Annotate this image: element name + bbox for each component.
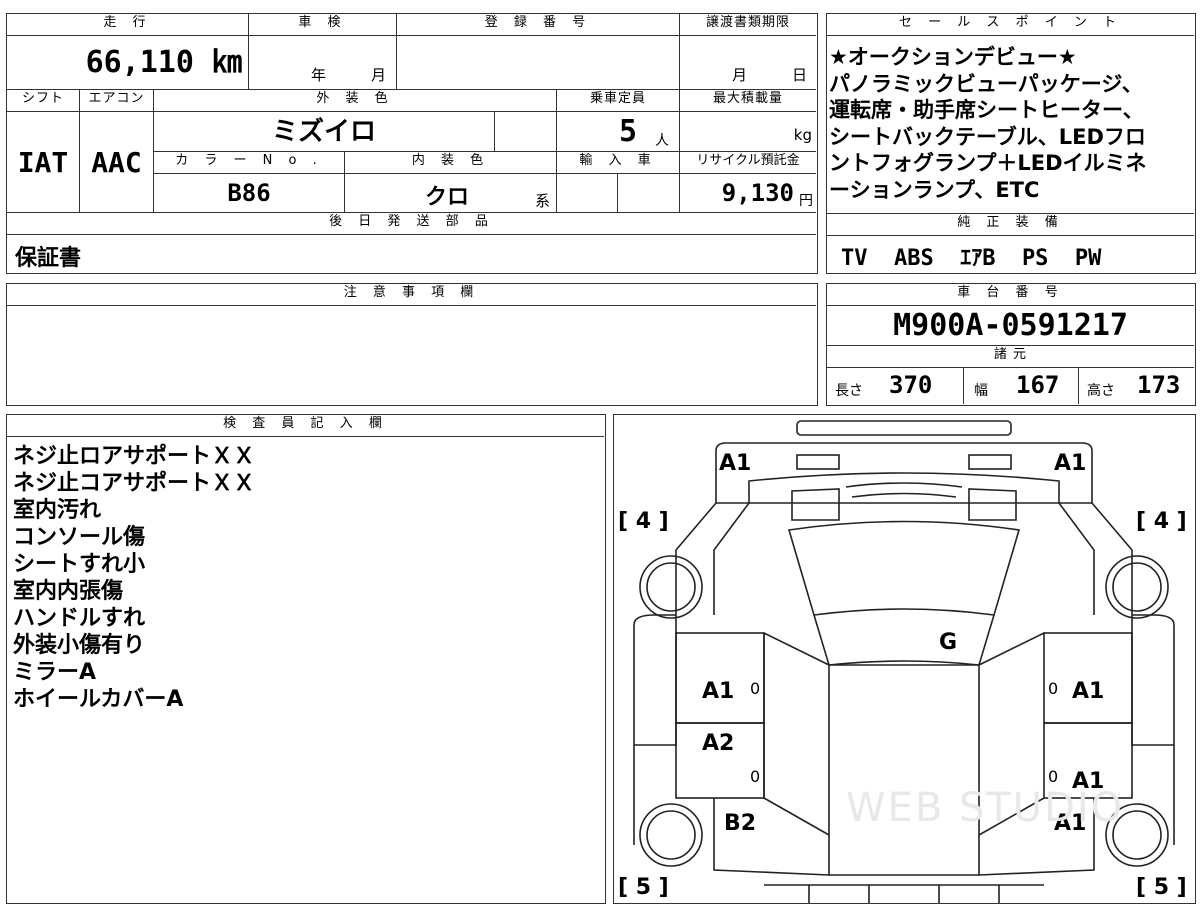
chassis-no-header: 車 台 番 号 bbox=[827, 284, 1194, 306]
inspection-value: 年 月 bbox=[249, 36, 397, 90]
quarter-left-grade: B2 bbox=[724, 811, 757, 836]
recycle-value-cell: 9,130 円 bbox=[680, 174, 816, 213]
zero-mark: 0 bbox=[750, 767, 761, 786]
recycle-value: 9,130 bbox=[721, 179, 794, 207]
inspection-year: 年 bbox=[311, 66, 327, 84]
capacity-value: 5 bbox=[619, 114, 638, 149]
tire-rl-grade: [ 5 ] bbox=[618, 875, 669, 900]
color-no-header: カ ラ ー N o . bbox=[154, 152, 345, 174]
sales-point-box: セ ー ル ス ポ イ ン ト ★オークションデビュー★ パノラミックビューパッ… bbox=[826, 13, 1196, 274]
spec-length: 長さ 370 bbox=[827, 368, 964, 404]
door-fl-grade: A1 bbox=[702, 679, 735, 704]
tire-fr-grade: [ 4 ] bbox=[1136, 509, 1187, 534]
sales-point-line: パノラミックビューパッケージ、 bbox=[829, 71, 1143, 96]
transfer-day: 日 bbox=[792, 66, 808, 84]
interior-color-value: クロ bbox=[425, 185, 470, 210]
inspector-note: 外装小傷有り bbox=[13, 633, 146, 658]
inspection-header: 車 検 bbox=[249, 14, 397, 36]
door-rl-grade: A2 bbox=[702, 731, 735, 756]
color-no-value: B86 bbox=[154, 174, 345, 213]
registration-header: 登 録 番 号 bbox=[397, 14, 680, 36]
mileage-header: 走 行 bbox=[7, 14, 249, 36]
zero-mark: 0 bbox=[750, 679, 761, 698]
transfer-deadline-value: 月 日 bbox=[680, 36, 816, 90]
length-label: 長さ bbox=[835, 383, 863, 399]
sales-point-line: 運転席・助手席シートヒーター、 bbox=[829, 98, 1144, 122]
recycle-header: リサイクル預託金 bbox=[680, 152, 816, 174]
inspection-month: 月 bbox=[371, 66, 387, 84]
inspector-note: ハンドルすれ bbox=[13, 606, 146, 631]
max-load-header: 最大積載量 bbox=[680, 90, 816, 112]
exterior-color-value: ミズイロ bbox=[154, 112, 495, 152]
width-value: 167 bbox=[1016, 371, 1060, 399]
interior-color-suffix: 系 bbox=[535, 192, 551, 210]
inspector-notes: ネジ止ロアサポートＸＸ ネジ止コアサポートＸＸ 室内汚れ コンソール傷 シートす… bbox=[13, 443, 255, 713]
mileage-value: 66,110 ㎞ bbox=[7, 36, 249, 90]
exterior-color-extra bbox=[495, 112, 557, 152]
vehicle-info-table: 走 行 車 検 登 録 番 号 譲渡書類期限 66,110 ㎞ 年 月 月 日 … bbox=[6, 13, 818, 274]
car-diagram-box: A1 A1 [ 4 ] [ 4 ] G A1 A1 A2 A1 B2 A1 0 … bbox=[613, 414, 1196, 904]
capacity-header: 乗車定員 bbox=[557, 90, 680, 112]
inspector-box: 検 査 員 記 入 欄 ネジ止ロアサポートＸＸ ネジ止コアサポートＸＸ 室内汚れ… bbox=[6, 414, 606, 904]
shift-value: IAT bbox=[7, 112, 80, 213]
sales-point-text: ★オークションデビュー★ パノラミックビューパッケージ、 運転席・助手席シートヒ… bbox=[829, 44, 1194, 203]
sales-point-line: シートバックテーブル、LEDフロ bbox=[829, 124, 1146, 149]
exterior-color-header: 外 装 色 bbox=[154, 90, 557, 112]
capacity-unit: 人 bbox=[655, 133, 669, 149]
inspector-header: 検 査 員 記 入 欄 bbox=[7, 415, 604, 437]
spec-height: 高さ 173 bbox=[1079, 368, 1194, 404]
import-value-a bbox=[557, 174, 618, 213]
transfer-deadline-header: 譲渡書類期限 bbox=[680, 14, 816, 36]
zero-mark: 0 bbox=[1048, 767, 1059, 786]
later-parts-header: 後 日 発 送 部 品 bbox=[7, 213, 816, 235]
sales-point-line: ントフォグランプ＋LEDイルミネ bbox=[829, 151, 1147, 175]
height-value: 173 bbox=[1137, 371, 1181, 399]
height-label: 高さ bbox=[1087, 383, 1115, 399]
length-value: 370 bbox=[889, 371, 933, 399]
chassis-box: 車 台 番 号 M900A-0591217 諸 元 長さ 370 幅 167 高… bbox=[826, 283, 1196, 406]
inspector-note: シートすれ小 bbox=[13, 552, 146, 577]
registration-value bbox=[397, 36, 680, 90]
recycle-unit: 円 bbox=[799, 193, 813, 209]
import-value-b bbox=[618, 174, 680, 213]
sales-point-line: ーションランプ、ETC bbox=[829, 177, 1040, 202]
caution-box: 注 意 事 項 欄 bbox=[6, 283, 818, 406]
width-label: 幅 bbox=[974, 383, 988, 399]
door-fr-grade: A1 bbox=[1072, 679, 1105, 704]
aircon-value: AAC bbox=[80, 112, 154, 213]
inspector-note: ネジ止ロアサポートＸＸ bbox=[13, 444, 256, 469]
front-right-grade: A1 bbox=[1054, 451, 1087, 476]
tire-fl-grade: [ 4 ] bbox=[618, 509, 669, 534]
specs-header: 諸 元 bbox=[827, 346, 1194, 368]
sales-point-header: セ ー ル ス ポ イ ン ト bbox=[827, 14, 1194, 36]
transfer-month: 月 bbox=[732, 66, 748, 84]
zero-mark: 0 bbox=[1048, 679, 1059, 698]
tire-rr-grade: [ 5 ] bbox=[1136, 875, 1187, 900]
inspector-note: コンソール傷 bbox=[13, 525, 146, 550]
import-header: 輸 入 車 bbox=[557, 152, 680, 174]
front-left-grade: A1 bbox=[719, 451, 752, 476]
equipment-value: TV ABS ｴｱB PS PW bbox=[841, 246, 1102, 271]
inspector-note: 室内内張傷 bbox=[13, 579, 124, 604]
equipment-header: 純 正 装 備 bbox=[827, 214, 1194, 236]
interior-color-value-cell: クロ 系 bbox=[345, 174, 557, 213]
watermark: WEB STUDIO bbox=[846, 785, 1125, 831]
inspector-note: ホイールカバーA bbox=[13, 687, 184, 712]
max-load-unit: kg bbox=[793, 126, 812, 144]
caution-header: 注 意 事 項 欄 bbox=[7, 284, 816, 306]
inspector-note: ミラーA bbox=[13, 660, 97, 685]
shift-header: シフト bbox=[7, 90, 80, 112]
capacity-value-cell: 5 人 bbox=[557, 112, 680, 152]
inspector-note: ネジ止コアサポートＸＸ bbox=[13, 471, 256, 496]
windshield-grade: G bbox=[939, 630, 958, 655]
interior-color-header: 内 装 色 bbox=[345, 152, 557, 174]
spec-width: 幅 167 bbox=[964, 368, 1079, 404]
sales-point-line: ★オークションデビュー★ bbox=[829, 45, 1077, 69]
max-load-value-cell: kg bbox=[680, 112, 816, 152]
chassis-no-value: M900A-0591217 bbox=[827, 306, 1194, 346]
later-parts-value: 保証書 bbox=[15, 246, 82, 271]
inspector-note: 室内汚れ bbox=[13, 498, 102, 523]
aircon-header: エアコン bbox=[80, 90, 154, 112]
